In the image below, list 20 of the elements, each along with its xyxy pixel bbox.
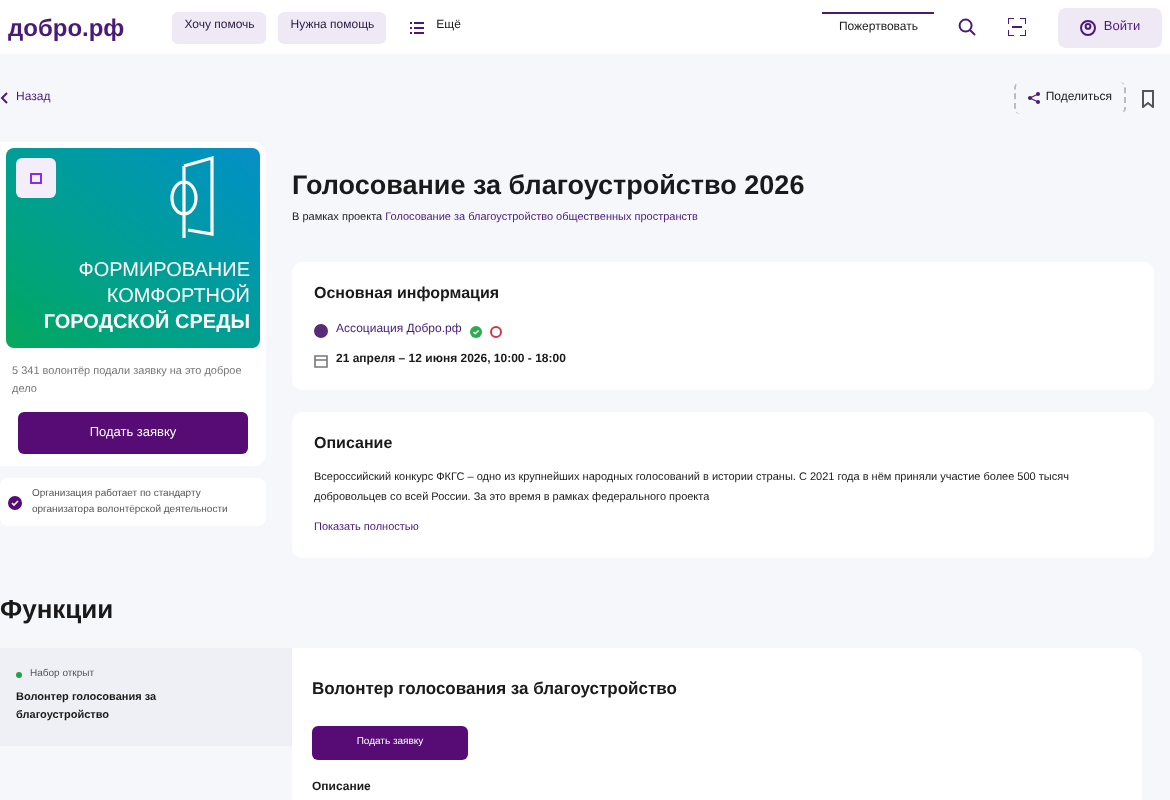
rating-icon: [489, 325, 502, 338]
page-title: Голосование за благоустройство 2026: [292, 168, 807, 204]
list-icon: [410, 21, 425, 33]
badge-icon: [8, 495, 22, 509]
banner-text: ФОРМИРОВАНИЕ: [78, 258, 250, 284]
chevron-left-icon: [0, 92, 8, 104]
banner-text: КОМФОРТНОЙ: [106, 284, 250, 310]
verified-icon: [469, 325, 482, 338]
logo[interactable]: добро.рф: [8, 9, 125, 45]
section-heading: Функции: [0, 591, 116, 628]
organizer-avatar: [314, 324, 328, 339]
share-icon: [1027, 92, 1040, 104]
emblem-icon: [164, 154, 216, 242]
card-heading: Основная информация: [314, 282, 502, 307]
scan-icon[interactable]: [1008, 18, 1026, 36]
function-title: Волонтер голосования за благоустройство: [312, 676, 677, 702]
banner-text: ГОРОДСКОЙ СРЕДЫ: [43, 310, 250, 336]
bookmark-icon[interactable]: [1142, 89, 1154, 107]
search-icon[interactable]: [958, 18, 976, 36]
card-heading: Описание: [314, 432, 395, 457]
